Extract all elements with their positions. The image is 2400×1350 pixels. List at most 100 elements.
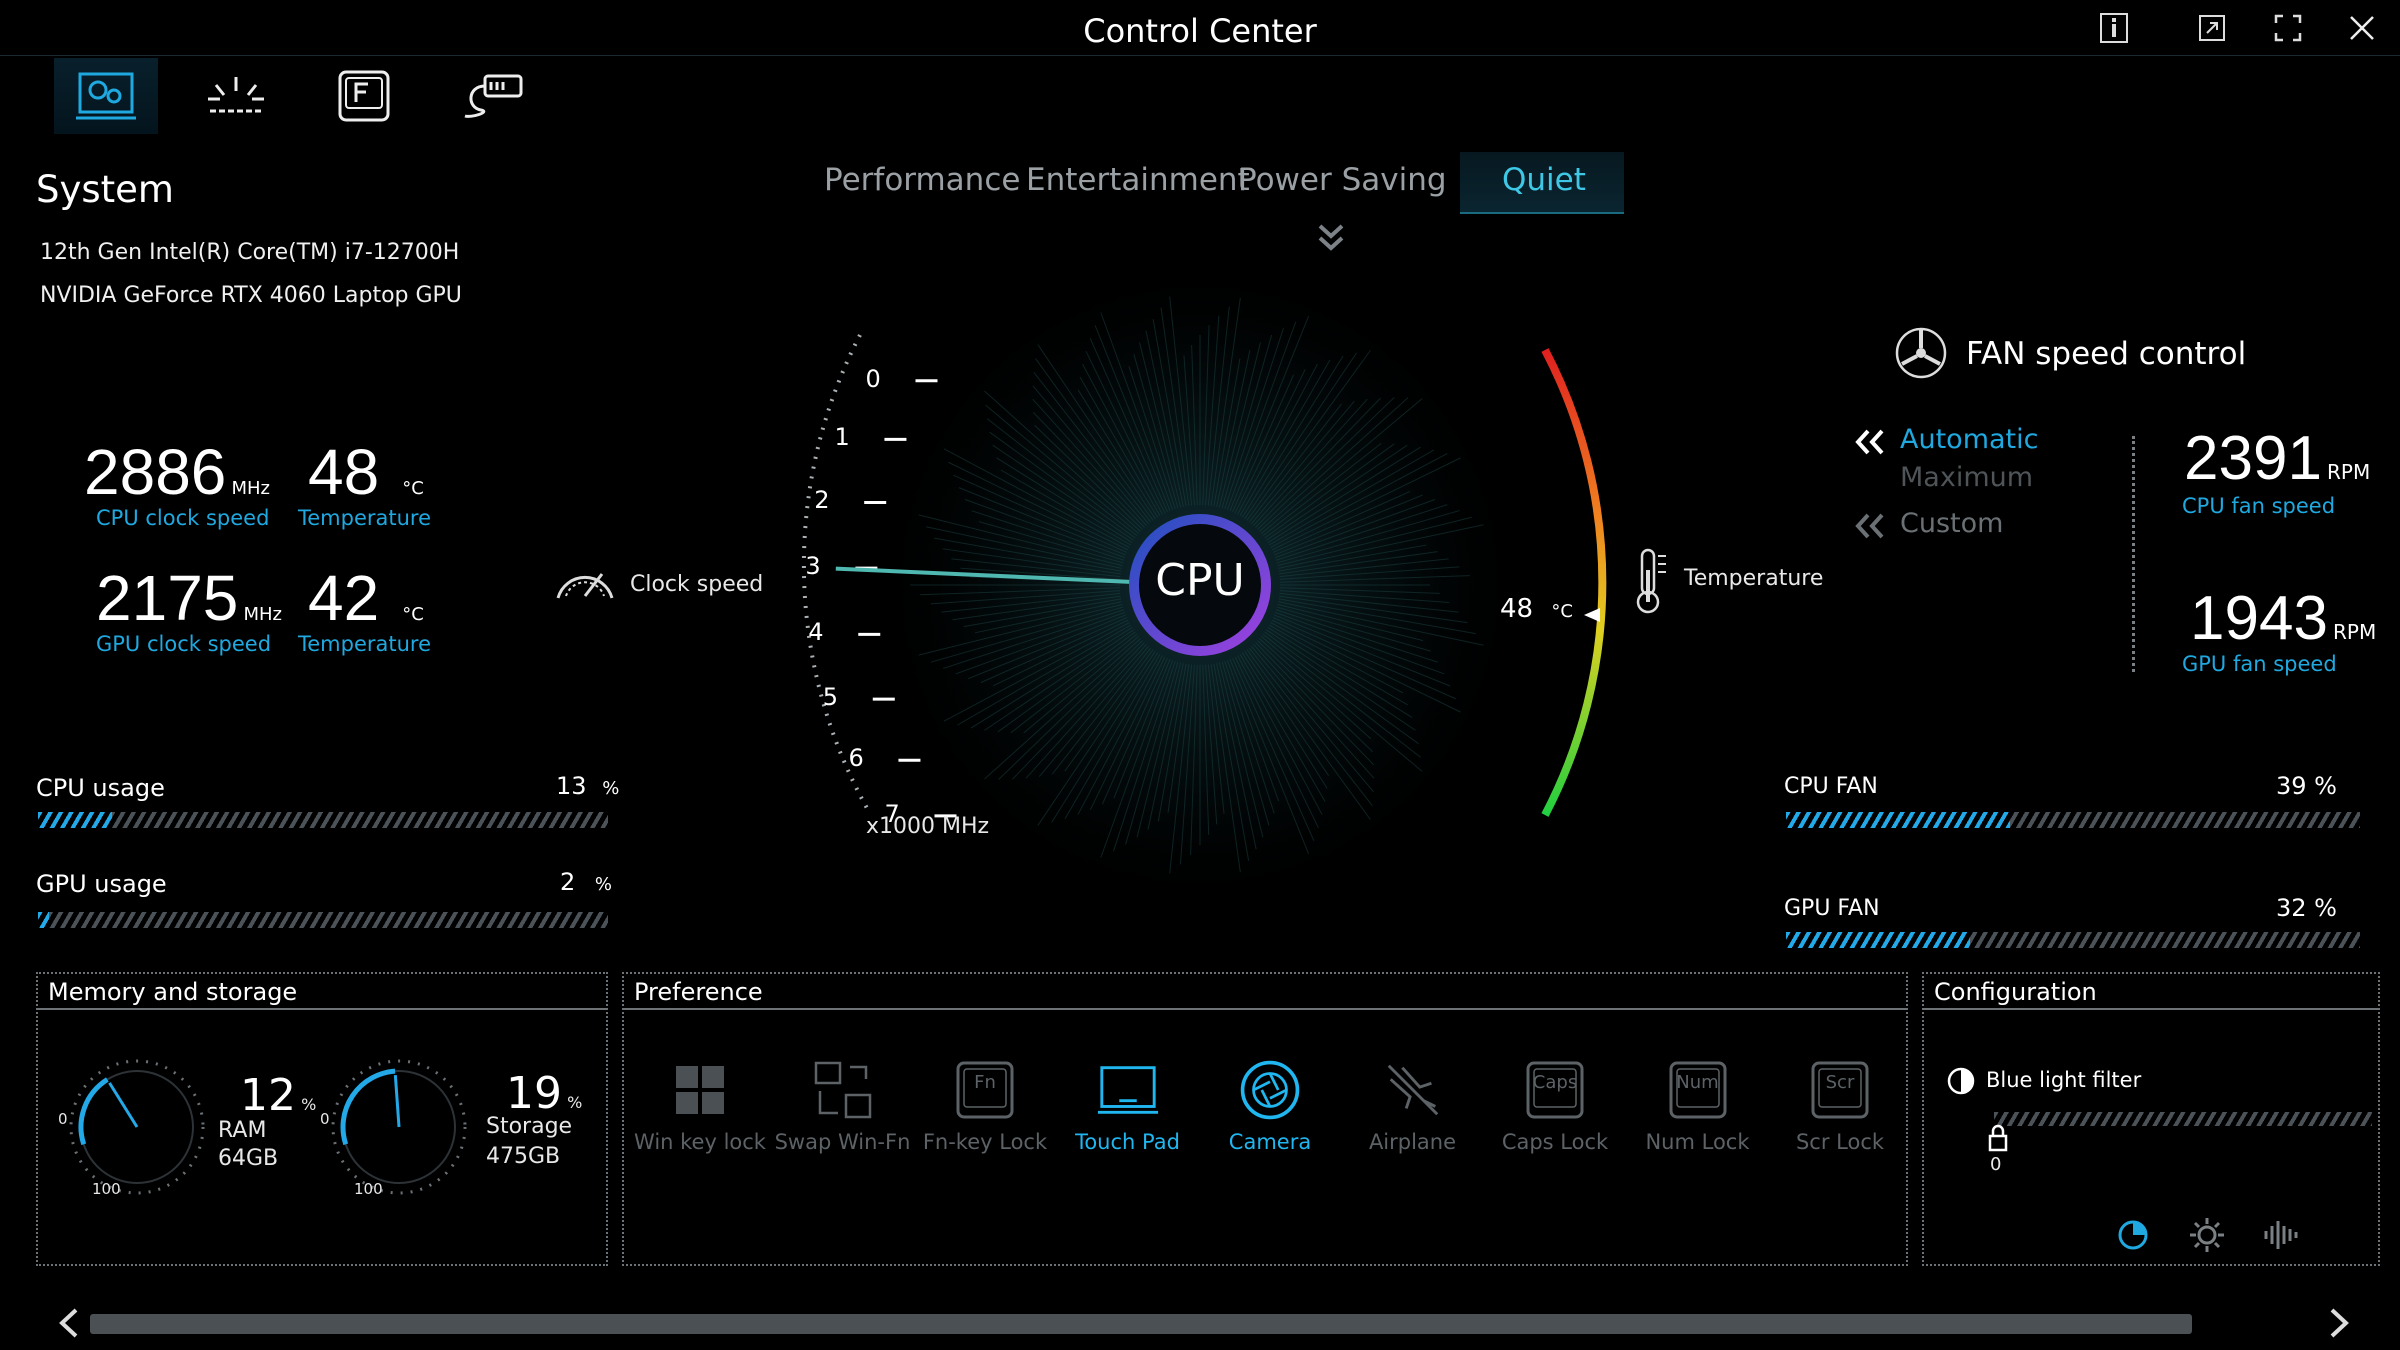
system-heading: System (36, 168, 174, 211)
dial-temp-readout: 48 °C (1500, 594, 1573, 624)
close-icon (2350, 16, 2374, 40)
fan-mode-automatic[interactable]: Automatic (1900, 424, 2038, 455)
slider-lock-icon[interactable] (1984, 1124, 2012, 1154)
pref-label: Swap Win-Fn (774, 1130, 911, 1154)
scale-tick-label: 0 (865, 364, 881, 393)
ram-percent-value: 12 (240, 1070, 296, 1121)
system-gear-icon (76, 72, 136, 120)
pref-scroll-lock[interactable]: Scr Scr Lock (1770, 1058, 1910, 1154)
fan-heading: FAN speed control (1966, 336, 2247, 372)
nav-battery[interactable] (440, 58, 544, 134)
pref-num-lock[interactable]: Num Num Lock (1628, 1058, 1768, 1154)
cpu-temp-unit: °C (402, 478, 424, 499)
gpu-fan-label: GPU FAN (1784, 896, 1880, 921)
caps-lock-glyph: Caps (1532, 1072, 1578, 1093)
blue-light-slider-track[interactable] (1994, 1112, 2372, 1126)
keyboard-lighting-icon (208, 77, 264, 113)
pref-camera[interactable]: Camera (1200, 1058, 1340, 1154)
speedometer-icon (556, 573, 614, 599)
pref-label: Caps Lock (1501, 1130, 1609, 1154)
restore-button[interactable] (2188, 8, 2236, 48)
cpu-clock-unit: MHz (231, 478, 270, 499)
nav-system[interactable] (54, 58, 158, 134)
cpu-temp-readout: 48 °C (308, 440, 424, 504)
gpu-clock-readout: 2175 MHz (96, 566, 282, 630)
cpu-usage-unit: % (602, 778, 620, 799)
scroll-right-icon[interactable] (2326, 1306, 2352, 1340)
title-bar: Control Center (0, 0, 2400, 56)
fan-divider (2132, 436, 2135, 672)
pref-airplane[interactable]: Airplane (1343, 1058, 1483, 1154)
scroll-left-icon[interactable] (56, 1306, 82, 1340)
airplane-icon (1381, 1058, 1445, 1122)
info-icon (2100, 13, 2128, 43)
half-moon-icon (1947, 1067, 1975, 1095)
cpu-usage-value: 13 (556, 772, 587, 800)
scale-unit: x1000 MHz (866, 814, 990, 839)
cpu-clock-readout: 2886 MHz (84, 440, 270, 504)
double-chevron-left-icon (1855, 429, 1884, 455)
pref-label: Touch Pad (1075, 1130, 1180, 1154)
memory-heading: Memory and storage (38, 974, 606, 1010)
swap-keys-icon (811, 1058, 875, 1122)
night-mode-icon[interactable] (2116, 1218, 2150, 1252)
brightness-icon[interactable] (2188, 1216, 2226, 1254)
camera-icon (1238, 1058, 1302, 1122)
cpu-usage-label: CPU usage (36, 774, 165, 802)
gpu-rpm-unit: RPM (2333, 620, 2377, 644)
fan-icon (1895, 327, 1947, 379)
touchpad-icon (1096, 1058, 1160, 1122)
caps-lock-icon: Caps (1523, 1058, 1587, 1122)
close-button[interactable] (2338, 8, 2386, 48)
cpu-temp-value: 48 (308, 436, 380, 508)
fan-mode-custom[interactable]: Custom (1900, 508, 2003, 539)
cpu-name: 12th Gen Intel(R) Core(TM) i7-12700H (40, 240, 460, 265)
gpu-rpm-value: 1943 (2190, 584, 2328, 653)
tab-quiet[interactable]: Quiet (1502, 162, 1586, 198)
pref-label: Fn-key Lock (922, 1130, 1048, 1154)
gpu-usage-value: 2 (560, 868, 576, 896)
pref-windows-keys[interactable]: Win key lock (630, 1058, 770, 1154)
temperature-label: Temperature (1684, 566, 1824, 591)
battery-plug-icon (464, 74, 523, 118)
restore-icon (2199, 15, 2225, 41)
cpu-rpm-value: 2391 (2184, 424, 2322, 493)
gpu-fan-bar (1786, 932, 2360, 948)
ram-gauge-needle (108, 1082, 139, 1128)
horizontal-scrollbar[interactable] (90, 1314, 2192, 1334)
configuration-heading: Configuration (1924, 974, 2378, 1010)
ram-gauge-min: 0 (58, 1110, 68, 1128)
scroll-lock-glyph: Scr (1825, 1072, 1855, 1093)
storage-gauge-needle (393, 1075, 401, 1128)
storage-percent-value: 19 (506, 1068, 562, 1119)
blue-light-value: 0 (1990, 1154, 2002, 1175)
info-button[interactable] (2090, 8, 2138, 48)
gpu-fan-speed-label: GPU fan speed (2182, 652, 2337, 676)
cpu-fan-label: CPU FAN (1784, 774, 1878, 799)
nav-fn-keys[interactable] (312, 58, 416, 134)
scale-tick-label: 6 (848, 744, 864, 773)
pref-touchpad[interactable]: Touch Pad (1058, 1058, 1198, 1154)
dial-temp-unit: °C (1551, 601, 1573, 622)
blue-light-label: Blue light filter (1986, 1068, 2142, 1092)
pref-fn-key[interactable]: Fn Fn-key Lock (915, 1058, 1055, 1154)
tab-entertainment[interactable]: Entertainment (1026, 162, 1250, 198)
gpu-clock-value: 2175 (96, 562, 239, 634)
tab-power-saving[interactable]: Power Saving (1238, 162, 1447, 198)
gpu-name: NVIDIA GeForce RTX 4060 Laptop GPU (40, 283, 462, 308)
tab-performance[interactable]: Performance (824, 162, 1020, 198)
cpu-rpm-readout: 2391 RPM (2184, 428, 2370, 490)
app-title: Control Center (1083, 12, 1317, 50)
dial-center-label: CPU (1155, 555, 1245, 606)
pref-caps-lock[interactable]: Caps Caps Lock (1485, 1058, 1625, 1154)
storage-gauge-min: 0 (320, 1110, 330, 1128)
sound-wave-icon[interactable] (2262, 1218, 2300, 1252)
num-lock-glyph: Num (1676, 1072, 1719, 1093)
pref-swap-keys[interactable]: Swap Win-Fn (773, 1058, 913, 1154)
pref-label: Scr Lock (1795, 1130, 1885, 1154)
fullscreen-button[interactable] (2264, 8, 2312, 48)
fn-key-glyph: Fn (974, 1072, 996, 1093)
nav-lighting[interactable] (184, 58, 288, 134)
fan-mode-maximum[interactable]: Maximum (1900, 462, 2033, 493)
ram-percent-readout: 12 % (240, 1070, 316, 1121)
